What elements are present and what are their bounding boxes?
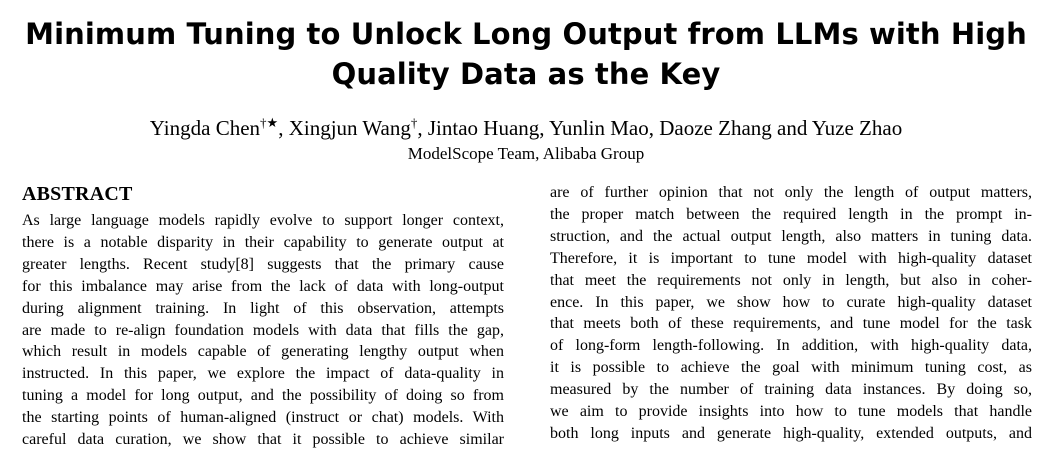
abstract-line: the starting points of human-aligned (in… <box>22 409 504 427</box>
abstract-line: struction, and the actual output length,… <box>550 227 1032 245</box>
abstract-line: instructed. In this paper, we explore th… <box>22 365 504 383</box>
abstract-line: are of further opinion that not only the… <box>550 184 1032 201</box>
abstract-line: that meets both of these requirements, a… <box>550 315 1032 333</box>
author-name: Yingda Chen <box>149 116 261 140</box>
abstract-line: greater lengths. Recent study[8] suggest… <box>22 255 504 273</box>
abstract-left-column: As large language models rapidly evolve … <box>22 210 504 451</box>
abstract-line: there is a notable disparity in their ca… <box>22 233 504 251</box>
abstract-line: both long inputs and generate high-quali… <box>550 424 1032 442</box>
author-marks: †★ <box>260 115 279 130</box>
paper-title: Minimum Tuning to Unlock Long Output fro… <box>20 14 1032 94</box>
affiliation: ModelScope Team, Alibaba Group <box>407 144 645 163</box>
abstract-line: during alignment training. In light of t… <box>22 299 504 317</box>
abstract-line: of long-form length-following. In additi… <box>550 337 1032 355</box>
abstract-line: for this imbalance may arise from the la… <box>22 277 504 295</box>
paper-title-line-2: Quality Data as the Key <box>331 57 721 91</box>
abstract-right-column: are of further opinion that not only the… <box>550 182 1032 445</box>
abstract-line: tuning a model for long output, and the … <box>22 387 504 405</box>
paper-title-line-1: Minimum Tuning to Unlock Long Output fro… <box>25 17 1027 51</box>
abstract-line: are made to re-align foundation models w… <box>22 321 504 339</box>
abstract-line: As large language models rapidly evolve … <box>22 212 504 229</box>
abstract-line: we aim to provide insights into how to t… <box>550 403 1032 421</box>
author-list: Yingda Chen†★, Xingjun Wang†, Jintao Hua… <box>0 114 1052 142</box>
author-names-rest: , Jintao Huang, Yunlin Mao, Daoze Zhang … <box>417 116 903 140</box>
abstract-line: careful data curation, we show that it p… <box>22 431 504 449</box>
abstract-line: that meet the requirements not only in l… <box>550 271 1032 289</box>
author-separator: , <box>278 116 289 140</box>
author-name: Xingjun Wang <box>288 116 411 140</box>
abstract-line: the proper match between the required le… <box>550 205 1032 223</box>
abstract-line: ence. In this paper, we show how to cura… <box>550 293 1032 311</box>
abstract-line: Therefore, it is important to tune model… <box>550 249 1032 267</box>
abstract-line: it is possible to achieve the goal with … <box>550 359 1032 377</box>
abstract-line: which result in models capable of genera… <box>22 343 504 361</box>
abstract-line: measured by the number of training data … <box>550 381 1032 399</box>
abstract-heading: ABSTRACT <box>22 183 133 205</box>
